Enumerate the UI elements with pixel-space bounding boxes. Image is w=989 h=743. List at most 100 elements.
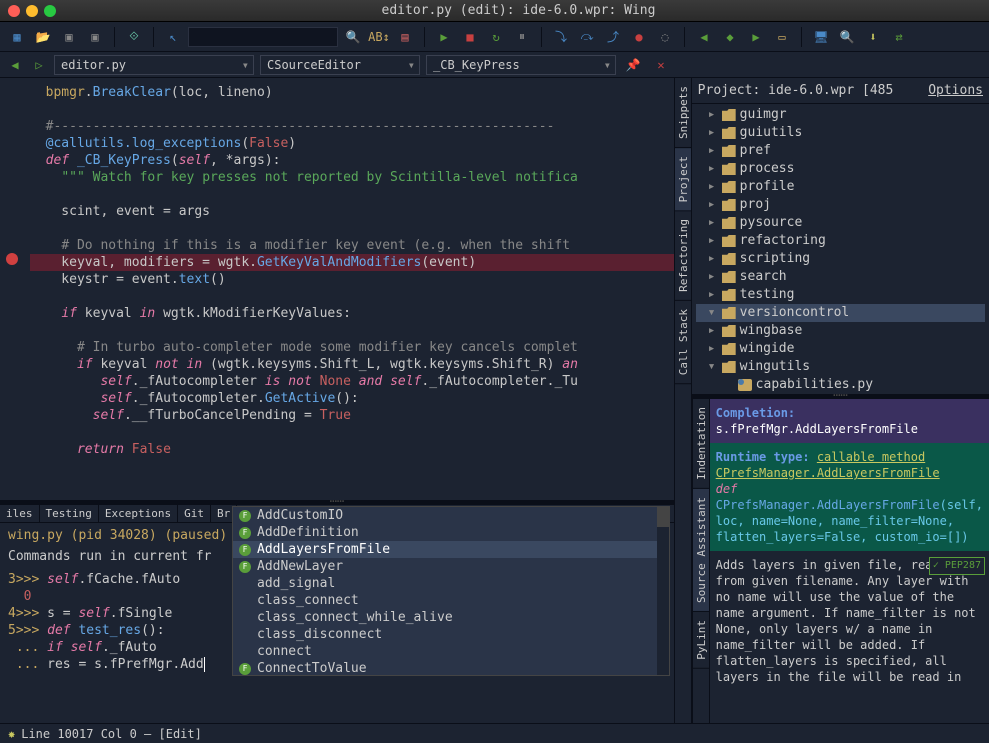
vertical-tab[interactable]: Indentation	[693, 399, 709, 489]
autocomplete-item[interactable]: FAddNewLayer	[233, 558, 669, 575]
project-tree[interactable]: ▸guimgr▸guiutils▸pref▸process▸profile▸pr…	[692, 104, 989, 394]
sync-icon[interactable]: ⇄	[888, 26, 910, 48]
tree-arrow-icon[interactable]: ▸	[708, 322, 718, 340]
zoom-icon[interactable]: 🔍	[836, 26, 858, 48]
tree-node[interactable]: ▸guimgr	[696, 106, 985, 124]
tree-arrow-icon[interactable]: ▸	[708, 178, 718, 196]
diff-next-icon[interactable]: ▶	[745, 26, 767, 48]
document-icon[interactable]: ▤	[394, 26, 416, 48]
bottom-tab[interactable]: Testing	[40, 505, 99, 522]
autocomplete-item[interactable]: FAddDefinition	[233, 524, 669, 541]
diff-prev-icon[interactable]: ◀	[693, 26, 715, 48]
zoom-window[interactable]	[44, 5, 56, 17]
step-over-icon[interactable]: ⤼	[576, 26, 598, 48]
vertical-tab[interactable]: Snippets	[675, 78, 691, 148]
vertical-tab[interactable]: Project	[675, 148, 691, 211]
code-line[interactable]: keystr = event.text()	[30, 271, 674, 288]
open-file-icon[interactable]: 📂	[32, 26, 54, 48]
debug-pause-icon[interactable]: ⏸	[511, 26, 533, 48]
diff-icon[interactable]: ◆	[719, 26, 741, 48]
code-line[interactable]: # In turbo auto-completer mode some modi…	[30, 339, 674, 356]
tree-arrow-icon[interactable]: ▸	[708, 142, 718, 160]
save-all-icon[interactable]: ▣	[84, 26, 106, 48]
file-combo[interactable]: editor.py	[54, 55, 254, 75]
step-out-icon[interactable]: ⤴	[602, 26, 624, 48]
code-line[interactable]: if keyval in wgtk.kModifierKeyValues:	[30, 305, 674, 322]
code-line[interactable]: def _CB_KeyPress(self, *args):	[30, 152, 674, 169]
bottom-tab[interactable]: Exceptions	[99, 505, 178, 522]
tree-arrow-icon[interactable]: ▸	[708, 160, 718, 178]
minimize-window[interactable]	[26, 5, 38, 17]
tree-arrow-icon[interactable]: ▸	[708, 286, 718, 304]
code-line[interactable]	[30, 322, 674, 339]
code-line[interactable]	[30, 424, 674, 441]
vertical-tab[interactable]: Refactoring	[675, 211, 691, 301]
tree-node[interactable]: ▸wingbase	[696, 322, 985, 340]
code-line[interactable]	[30, 220, 674, 237]
step-into-icon[interactable]: ⤵	[550, 26, 572, 48]
nav-back-icon[interactable]: ◀	[6, 56, 24, 74]
sync-down-icon[interactable]: ⬇	[862, 26, 884, 48]
autocomplete-item[interactable]: class_disconnect	[233, 626, 669, 643]
code-line[interactable]: keyval, modifiers = wgtk.GetKeyValAndMod…	[30, 254, 674, 271]
vertical-tab[interactable]: PyLint	[693, 612, 709, 669]
replace-icon[interactable]: AB↕	[368, 26, 390, 48]
autocomplete-popup[interactable]: FAddCustomIOFAddDefinitionFAddLayersFrom…	[232, 506, 670, 676]
code-line[interactable]: self._fAutocompleter.GetActive():	[30, 390, 674, 407]
func-combo[interactable]: _CB_KeyPress	[426, 55, 616, 75]
bottom-tab[interactable]: Git	[178, 505, 211, 522]
autocomplete-item[interactable]: connect	[233, 643, 669, 660]
code-line[interactable]: return False	[30, 441, 674, 458]
tree-arrow-icon[interactable]: ▸	[708, 340, 718, 358]
code-line[interactable]	[30, 101, 674, 118]
tree-node[interactable]: ▸scripting	[696, 250, 985, 268]
breakpoint-icon[interactable]: ●	[628, 26, 650, 48]
code-line[interactable]: bpmgr.BreakClear(loc, lineno)	[30, 84, 674, 101]
tree-arrow-icon[interactable]: ▸	[708, 196, 718, 214]
tree-arrow-icon[interactable]: ▸	[708, 268, 718, 286]
debug-stop-icon[interactable]: ■	[459, 26, 481, 48]
close-tab-icon[interactable]: ✕	[650, 54, 672, 76]
tree-node[interactable]: ▸pref	[696, 142, 985, 160]
debug-play-icon[interactable]: ▶	[433, 26, 455, 48]
tree-node[interactable]: ▸testing	[696, 286, 985, 304]
code-line[interactable]: @callutils.log_exceptions(False)	[30, 135, 674, 152]
indent-icon[interactable]: ⟐	[123, 26, 145, 48]
tree-arrow-icon[interactable]: ▸	[708, 106, 718, 124]
tree-arrow-icon[interactable]: ▸	[708, 124, 718, 142]
tree-arrow-icon[interactable]: ▸	[708, 250, 718, 268]
new-file-icon[interactable]: ▦	[6, 26, 28, 48]
code-editor[interactable]: bpmgr.BreakClear(loc, lineno) #---------…	[0, 78, 674, 500]
tree-node[interactable]: ▸pysource	[696, 214, 985, 232]
tree-node[interactable]: ▸process	[696, 160, 985, 178]
tree-arrow-icon[interactable]: ▸	[708, 232, 718, 250]
autocomplete-item[interactable]: class_connect_while_alive	[233, 609, 669, 626]
class-combo[interactable]: CSourceEditor	[260, 55, 420, 75]
tree-arrow-icon[interactable]: ▾	[708, 304, 718, 322]
breakpoint-disable-icon[interactable]: ◌	[654, 26, 676, 48]
bottom-tab[interactable]: iles	[0, 505, 40, 522]
vertical-tab[interactable]: Call Stack	[675, 301, 691, 384]
search-icon[interactable]: 🔍	[342, 26, 364, 48]
autocomplete-scrollbar[interactable]	[657, 507, 669, 675]
pin-icon[interactable]: 📌	[622, 54, 644, 76]
search-input[interactable]	[188, 27, 338, 47]
code-line[interactable]	[30, 288, 674, 305]
tree-node[interactable]: ▸guiutils	[696, 124, 985, 142]
vertical-tab[interactable]: Source Assistant	[693, 489, 709, 612]
autocomplete-item[interactable]: FAddCustomIO	[233, 507, 669, 524]
bookmark-icon[interactable]: ▭	[771, 26, 793, 48]
autocomplete-item[interactable]: add_signal	[233, 575, 669, 592]
tree-node[interactable]: ▸wingide	[696, 340, 985, 358]
debug-restart-icon[interactable]: ↻	[485, 26, 507, 48]
autocomplete-item[interactable]: FAddLayersFromFile	[233, 541, 669, 558]
project-options[interactable]: Options	[928, 83, 983, 98]
code-line[interactable]: if keyval not in (wgtk.keysyms.Shift_L, …	[30, 356, 674, 373]
code-line[interactable]: """ Watch for key presses not reported b…	[30, 169, 674, 186]
code-line[interactable]: self._fAutocompleter is not None and sel…	[30, 373, 674, 390]
autocomplete-item[interactable]: class_connect	[233, 592, 669, 609]
breakpoint-marker[interactable]	[6, 253, 18, 265]
tree-arrow-icon[interactable]: ▾	[708, 358, 718, 376]
tree-node[interactable]: ▸refactoring	[696, 232, 985, 250]
tree-node[interactable]: ▾wingutils	[696, 358, 985, 376]
